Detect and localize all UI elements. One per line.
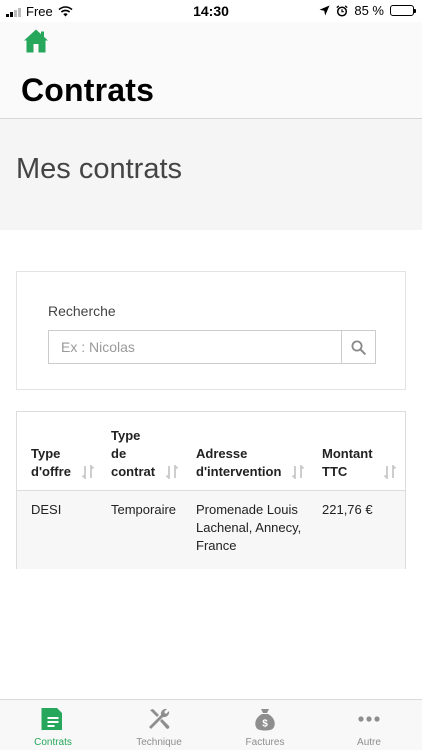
tab-label: Contrats bbox=[34, 737, 72, 748]
sort-icon[interactable] bbox=[291, 465, 305, 479]
battery-percent: 85 % bbox=[354, 3, 384, 18]
search-input[interactable] bbox=[48, 330, 341, 364]
table-header: Type d'offre Type de contrat Adresse d'i… bbox=[17, 412, 405, 491]
column-header-type-offre[interactable]: Type d'offre bbox=[31, 445, 71, 481]
tab-label: Technique bbox=[136, 737, 182, 748]
tab-technique[interactable]: Technique bbox=[106, 700, 212, 751]
home-icon[interactable] bbox=[23, 28, 49, 54]
svg-text:$: $ bbox=[262, 719, 268, 730]
tab-contrats[interactable]: Contrats bbox=[0, 700, 106, 751]
page-title: Contrats bbox=[21, 72, 155, 108]
column-header-montant[interactable]: Montant TTC bbox=[322, 445, 373, 481]
column-header-adresse[interactable]: Adresse d'intervention bbox=[196, 445, 281, 481]
tab-bar: Contrats Technique $ Factures Autre bbox=[0, 699, 422, 750]
tab-factures[interactable]: $ Factures bbox=[212, 700, 318, 751]
money-bag-icon: $ bbox=[255, 709, 275, 731]
table-row[interactable]: DESI Temporaire Promenade Louis Lachenal… bbox=[17, 491, 405, 569]
status-right: 85 % bbox=[319, 3, 416, 18]
search-card: Recherche bbox=[16, 271, 406, 390]
status-bar: Free 14:30 85 % bbox=[0, 0, 422, 22]
cell-type-contrat: Temporaire bbox=[111, 502, 177, 517]
app-header: Contrats bbox=[0, 22, 422, 119]
tools-icon bbox=[149, 708, 170, 729]
search-button[interactable] bbox=[341, 330, 376, 364]
tab-label: Autre bbox=[357, 737, 381, 748]
sort-icon[interactable] bbox=[81, 465, 95, 479]
search-icon bbox=[351, 340, 366, 355]
section-header: Mes contrats bbox=[0, 119, 422, 230]
location-arrow-icon bbox=[319, 5, 330, 16]
contracts-table: Type d'offre Type de contrat Adresse d'i… bbox=[16, 411, 406, 569]
section-title: Mes contrats bbox=[16, 153, 182, 185]
column-header-type-contrat[interactable]: Type de contrat bbox=[111, 427, 155, 481]
cell-adresse: Promenade Louis Lachenal, Annecy, France bbox=[196, 502, 302, 553]
tab-label: Factures bbox=[245, 737, 285, 748]
cell-montant: 221,76 € bbox=[322, 502, 373, 517]
contract-icon bbox=[41, 708, 62, 730]
tab-autre[interactable]: Autre bbox=[316, 700, 422, 751]
sort-icon[interactable] bbox=[165, 465, 179, 479]
sort-icon[interactable] bbox=[383, 465, 397, 479]
more-icon bbox=[358, 716, 380, 722]
battery-icon bbox=[390, 5, 416, 16]
cell-type-offre: DESI bbox=[31, 502, 62, 517]
search-label: Recherche bbox=[48, 303, 116, 319]
alarm-icon bbox=[336, 4, 348, 17]
